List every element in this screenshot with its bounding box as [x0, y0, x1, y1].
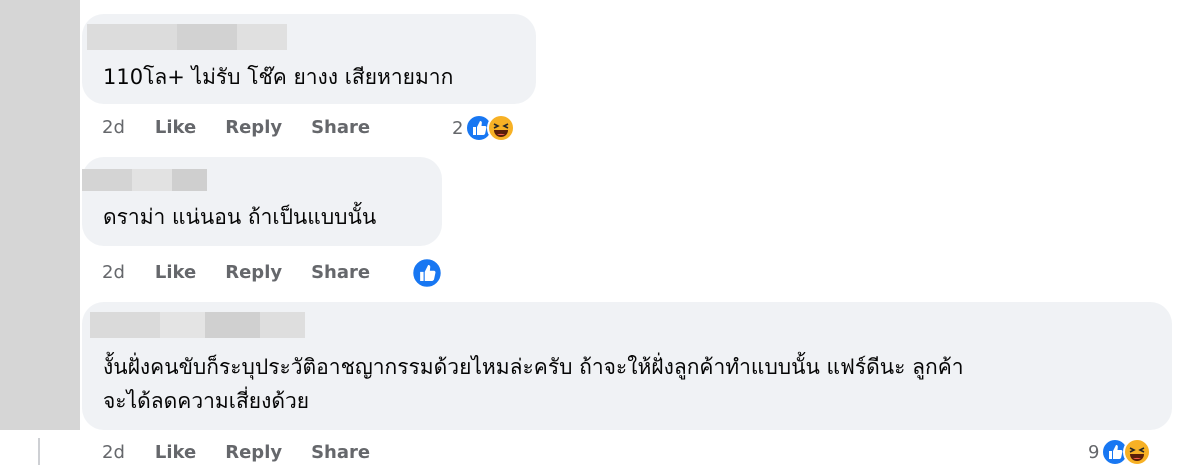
share-button[interactable]: Share: [311, 442, 370, 463]
timestamp[interactable]: 2d: [102, 262, 125, 283]
comment-text-line-2: จะได้ลดความเสี่ยงด้วย: [103, 389, 310, 413]
comment-bubble-1: 110โล+ ไม่รับ โช๊ค ยางง เสียหายมาก: [82, 14, 536, 104]
haha-icon: [1123, 438, 1152, 466]
reply-button[interactable]: Reply: [225, 117, 282, 138]
thread-line: [38, 438, 40, 465]
comment-actions: 2d Like Reply Share: [102, 117, 399, 138]
commenter-name-blurred[interactable]: [90, 312, 305, 338]
commenter-name-blurred[interactable]: [82, 169, 207, 191]
share-button[interactable]: Share: [311, 262, 370, 283]
sidebar-blur: [0, 0, 80, 430]
haha-icon: [487, 114, 516, 142]
reply-button[interactable]: Reply: [225, 442, 282, 463]
reaction-count: 9: [1088, 441, 1100, 463]
comment-text: 110โล+ ไม่รับ โช๊ค ยางง เสียหายมาก: [103, 65, 454, 89]
reaction-summary[interactable]: 9: [1088, 438, 1152, 466]
reaction-count: 2: [452, 117, 464, 139]
timestamp[interactable]: 2d: [102, 442, 125, 463]
comment-actions: 2d Like Reply Share: [102, 442, 399, 463]
comment-text: ดราม่า แน่นอน ถ้าเป็นแบบนั้น: [103, 205, 377, 229]
reaction-summary[interactable]: [409, 257, 443, 289]
timestamp[interactable]: 2d: [102, 117, 125, 138]
comment-text-line-1: งั้นฝั่งคนขับก็ระบุประวัติอาชญากรรมด้วยไ…: [103, 355, 964, 379]
like-button[interactable]: Like: [155, 262, 196, 283]
comment-bubble-3: งั้นฝั่งคนขับก็ระบุประวัติอาชญากรรมด้วยไ…: [82, 302, 1172, 430]
like-icon: [411, 257, 443, 289]
share-button[interactable]: Share: [311, 117, 370, 138]
comment-actions: 2d Like Reply Share: [102, 262, 399, 283]
reply-button[interactable]: Reply: [225, 262, 282, 283]
reaction-summary[interactable]: 2: [452, 114, 516, 142]
comment-bubble-2: ดราม่า แน่นอน ถ้าเป็นแบบนั้น: [82, 157, 442, 246]
like-button[interactable]: Like: [155, 442, 196, 463]
commenter-name-blurred[interactable]: [87, 24, 287, 50]
like-button[interactable]: Like: [155, 117, 196, 138]
